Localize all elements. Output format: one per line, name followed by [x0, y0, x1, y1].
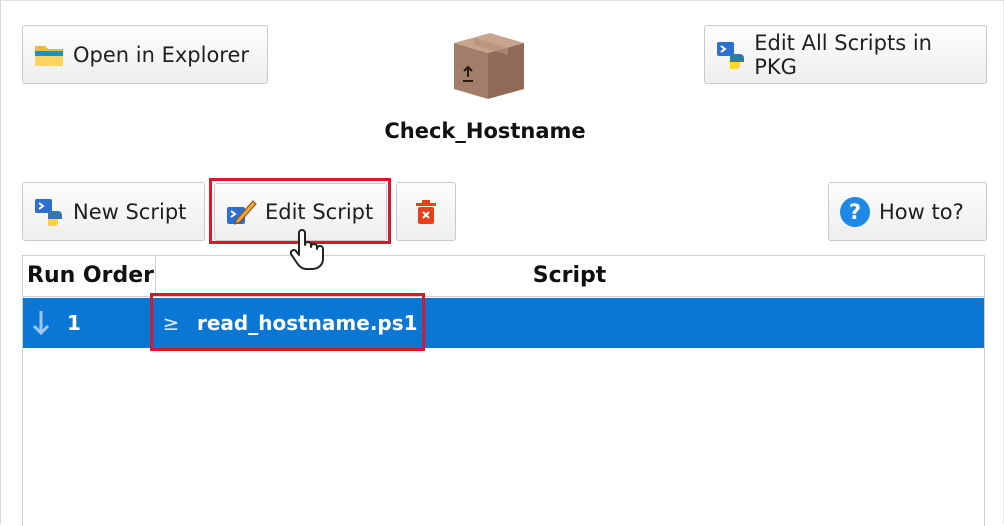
hand-cursor-icon — [289, 229, 325, 275]
package-name: Check_Hostname — [384, 119, 586, 143]
new-script-button[interactable]: New Script — [22, 182, 205, 241]
powershell-python-icon — [33, 196, 65, 228]
folder-icon — [33, 39, 65, 71]
script-name-highlight — [150, 293, 425, 351]
package-panel: Open in Explorer Check_Hostname Edit All… — [0, 0, 1004, 526]
svg-text:?: ? — [849, 200, 861, 224]
open-in-explorer-label: Open in Explorer — [73, 42, 250, 67]
column-header-script[interactable]: Script — [155, 256, 984, 296]
how-to-button[interactable]: ? How to? — [828, 182, 987, 241]
how-to-label: How to? — [879, 199, 964, 224]
new-script-label: New Script — [73, 199, 187, 224]
edit-all-scripts-label: Edit All Scripts in PKG — [754, 30, 932, 79]
edit-all-scripts-button[interactable]: Edit All Scripts in PKG — [704, 25, 987, 84]
help-icon: ? — [839, 196, 871, 228]
table-header: Run Order Script — [23, 256, 984, 297]
arrow-down-icon — [31, 310, 51, 340]
open-in-explorer-button[interactable]: Open in Explorer — [22, 25, 268, 84]
powershell-python-icon — [715, 39, 746, 71]
column-header-run-order[interactable]: Run Order — [27, 256, 156, 296]
trash-icon — [410, 196, 442, 228]
run-order-value: 1 — [67, 311, 81, 335]
package-box-icon — [444, 29, 530, 101]
delete-script-button[interactable] — [396, 182, 456, 241]
